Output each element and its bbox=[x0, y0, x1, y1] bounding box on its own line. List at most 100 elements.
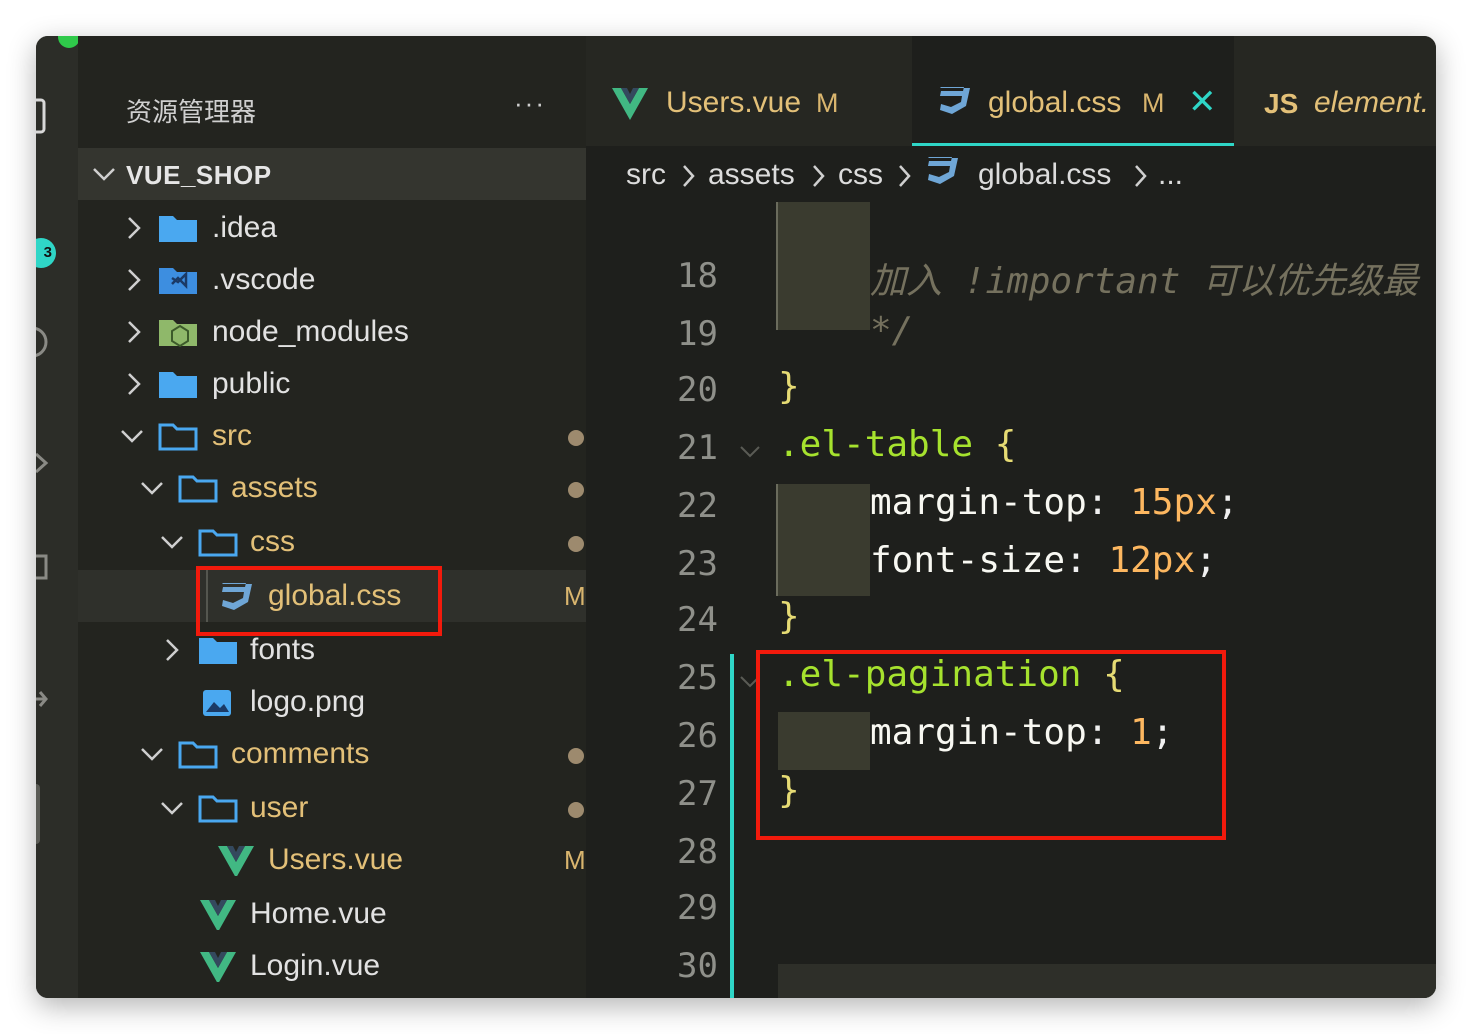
image-file-icon bbox=[203, 690, 231, 716]
indent-highlight bbox=[778, 202, 870, 330]
line-number: 24 bbox=[677, 600, 718, 640]
code-line-21: .el-table { bbox=[778, 424, 1016, 465]
tree-item-label: public bbox=[212, 367, 291, 400]
chevron-right-icon bbox=[128, 373, 141, 395]
line-number: 28 bbox=[677, 832, 718, 872]
activity-bar: 3 bbox=[36, 36, 80, 998]
tab-element-js[interactable]: JS element. bbox=[1234, 36, 1436, 146]
accounts-icon[interactable] bbox=[36, 780, 50, 850]
folder-open-icon bbox=[198, 529, 238, 557]
vue-file-icon bbox=[200, 952, 236, 982]
tree-item-logo-png[interactable]: logo.png bbox=[78, 676, 586, 728]
css-value: 12px bbox=[1108, 540, 1196, 581]
vscode-folder-icon bbox=[159, 268, 197, 294]
modified-dot bbox=[568, 748, 584, 764]
code-brace: } bbox=[778, 366, 800, 407]
tab-label: global.css bbox=[988, 86, 1122, 119]
vue-icon bbox=[612, 88, 648, 120]
line-number: 26 bbox=[677, 716, 718, 756]
folder-open-icon bbox=[178, 741, 218, 769]
breadcrumb-item[interactable]: assets bbox=[708, 158, 795, 192]
line-number: 22 bbox=[677, 486, 718, 526]
tree-item-label: .vscode bbox=[212, 263, 316, 296]
modified-dot bbox=[568, 482, 584, 498]
close-icon[interactable]: ✕ bbox=[1188, 82, 1217, 122]
tree-item-label: comments bbox=[231, 737, 370, 770]
chevron-right-icon bbox=[1135, 165, 1147, 187]
explorer-icon[interactable] bbox=[36, 92, 50, 140]
tree-item-label: assets bbox=[231, 471, 318, 504]
breadcrumb-item[interactable]: css bbox=[838, 158, 883, 192]
debug-icon[interactable] bbox=[36, 322, 50, 362]
line-number: 19 bbox=[677, 314, 718, 354]
chevron-down-icon bbox=[93, 168, 115, 181]
tree-item-idea[interactable]: .idea bbox=[78, 202, 586, 254]
tree-item-label: node_modules bbox=[212, 315, 409, 348]
line-number: 29 bbox=[677, 888, 718, 928]
tab-users-vue[interactable]: Users.vue M bbox=[586, 36, 912, 146]
tree-item-src[interactable]: src bbox=[78, 410, 586, 462]
code-line-23: font-size: 12px; bbox=[870, 540, 1217, 581]
folder-icon bbox=[199, 638, 237, 664]
breadcrumb-item[interactable]: src bbox=[626, 158, 666, 192]
line-number: 30 bbox=[677, 946, 718, 986]
tree-item-vscode[interactable]: .vscode bbox=[78, 254, 586, 306]
tab-modified-flag: M bbox=[1142, 88, 1165, 118]
tree-item-home-vue[interactable]: Home.vue bbox=[78, 888, 586, 940]
line-number: 18 bbox=[677, 256, 718, 296]
chevron-right-icon bbox=[683, 165, 695, 187]
breadcrumb-item[interactable]: ... bbox=[1158, 158, 1183, 192]
fold-chevron-icon[interactable] bbox=[738, 442, 762, 462]
chevron-right-icon bbox=[899, 165, 911, 187]
chevron-down-icon bbox=[161, 802, 183, 815]
folder-icon bbox=[159, 372, 197, 398]
chevron-right-icon bbox=[128, 269, 141, 291]
remote-icon[interactable] bbox=[36, 684, 50, 714]
extensions-icon[interactable] bbox=[36, 548, 50, 596]
css-value: 15px bbox=[1130, 482, 1217, 523]
line-number: 27 bbox=[677, 774, 718, 814]
css-icon bbox=[940, 87, 970, 114]
vue-file-icon bbox=[200, 900, 236, 930]
tree-item-user[interactable]: user bbox=[78, 782, 586, 834]
tree-item-label: src bbox=[212, 419, 252, 452]
explorer-more-actions[interactable]: ··· bbox=[514, 88, 546, 119]
folder-icon bbox=[159, 216, 197, 242]
code-comment: 加入 !important 可以优先级最 bbox=[870, 261, 1419, 302]
modified-flag: M bbox=[564, 845, 586, 875]
modified-dot bbox=[568, 802, 584, 818]
tree-item-css[interactable]: css bbox=[78, 516, 586, 568]
node-folder-icon bbox=[159, 320, 197, 348]
css-icon bbox=[928, 157, 958, 184]
tree-item-users-vue[interactable]: Users.vue M bbox=[78, 834, 586, 886]
project-name: VUE_SHOP bbox=[126, 160, 272, 190]
folder-open-icon bbox=[178, 475, 218, 503]
explorer-sidebar: 资源管理器 ··· VUE_SHOP .idea .vscode node_mo… bbox=[78, 36, 586, 998]
chevron-down-icon bbox=[141, 482, 163, 495]
chevron-right-icon bbox=[813, 165, 825, 187]
breadcrumb: src assets css global.css ... bbox=[586, 148, 1436, 202]
vue-file-icon bbox=[218, 846, 254, 876]
highlight-box-pagination bbox=[756, 650, 1226, 840]
chevron-right-icon bbox=[128, 321, 141, 343]
tree-item-public[interactable]: public bbox=[78, 358, 586, 410]
project-header[interactable]: VUE_SHOP bbox=[78, 148, 586, 200]
vscode-window: 3 资源管理器 ··· VUE_SHOP .idea .vscode node_… bbox=[36, 36, 1436, 998]
tree-item-login-vue[interactable]: Login.vue bbox=[78, 940, 586, 992]
git-change-bar bbox=[730, 654, 734, 998]
run-icon[interactable] bbox=[36, 448, 50, 478]
code-editor[interactable]: 18 19 20 21 22 23 24 25 26 27 28 29 30 3… bbox=[586, 202, 1436, 998]
tree-item-node-modules[interactable]: node_modules bbox=[78, 306, 586, 358]
tab-global-css[interactable]: global.css M ✕ bbox=[912, 36, 1234, 146]
folder-open-icon bbox=[198, 795, 238, 823]
css-property: font-size bbox=[870, 540, 1066, 581]
chevron-right-icon bbox=[128, 217, 141, 239]
tree-item-assets[interactable]: assets bbox=[78, 462, 586, 514]
modified-dot bbox=[568, 536, 584, 552]
breadcrumb-item[interactable]: global.css bbox=[978, 158, 1111, 192]
tree-item-comments[interactable]: comments bbox=[78, 728, 586, 780]
tree-item-label: Home.vue bbox=[250, 897, 387, 930]
window-zoom-button[interactable] bbox=[58, 36, 80, 48]
line-number: 20 bbox=[677, 370, 718, 410]
line-number: 25 bbox=[677, 658, 718, 698]
